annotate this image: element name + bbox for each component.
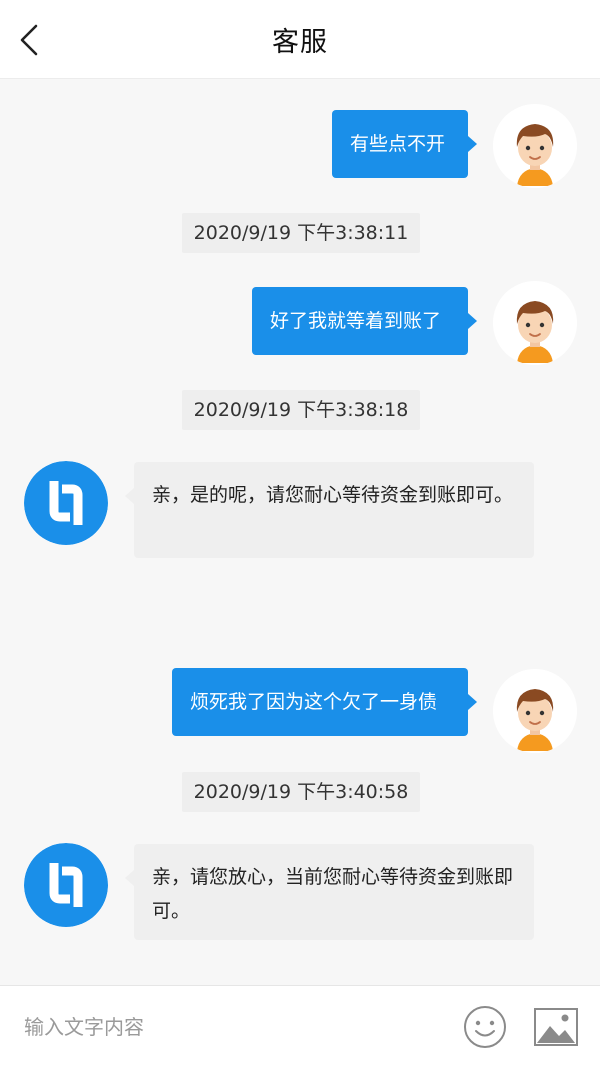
- message-timestamp: 2020/9/19 下午3:40:58: [182, 772, 420, 812]
- service-logo-icon: [24, 461, 108, 545]
- image-picture-icon: [534, 1008, 578, 1046]
- message-timestamp: 2020/9/19 下午3:38:11: [182, 213, 420, 253]
- image-button[interactable]: [532, 1004, 580, 1050]
- chat-list[interactable]: 有些点不开 2020/9/19 下午3:38:11 好了我就等着到账了 2020…: [0, 79, 600, 984]
- boy-avatar-icon: [493, 669, 577, 753]
- message-bubble-outgoing[interactable]: 烦死我了因为这个欠了一身债: [172, 668, 477, 736]
- message-row: 亲，请您放心，当前您耐心等待资金到账即可。: [0, 843, 600, 943]
- user-avatar[interactable]: [493, 669, 577, 753]
- message-bubble-incoming[interactable]: 亲，请您放心，当前您耐心等待资金到账即可。: [125, 844, 534, 940]
- user-avatar[interactable]: [493, 104, 577, 188]
- boy-avatar-icon: [493, 104, 577, 188]
- message-input[interactable]: [22, 1002, 446, 1052]
- agent-avatar[interactable]: [24, 843, 108, 927]
- input-bar: [0, 985, 600, 1068]
- smiley-face-icon: [464, 1006, 506, 1048]
- header-bar: 客服: [0, 0, 600, 79]
- user-avatar[interactable]: [493, 281, 577, 365]
- emoji-button[interactable]: [462, 1004, 508, 1050]
- page-title: 客服: [272, 27, 328, 58]
- boy-avatar-icon: [493, 281, 577, 365]
- message-row: 好了我就等着到账了: [0, 281, 600, 371]
- message-timestamp: 2020/9/19 下午3:38:18: [182, 390, 420, 430]
- message-row: 烦死我了因为这个欠了一身债: [0, 668, 600, 753]
- message-row: 亲，是的呢，请您耐心等待资金到账即可。: [0, 461, 600, 561]
- message-bubble-incoming[interactable]: 亲，是的呢，请您耐心等待资金到账即可。: [125, 462, 534, 558]
- service-logo-icon: [24, 843, 108, 927]
- message-bubble-outgoing[interactable]: 有些点不开: [332, 110, 477, 178]
- message-bubble-outgoing[interactable]: 好了我就等着到账了: [252, 287, 477, 355]
- message-row: 有些点不开: [0, 104, 600, 194]
- agent-avatar[interactable]: [24, 461, 108, 545]
